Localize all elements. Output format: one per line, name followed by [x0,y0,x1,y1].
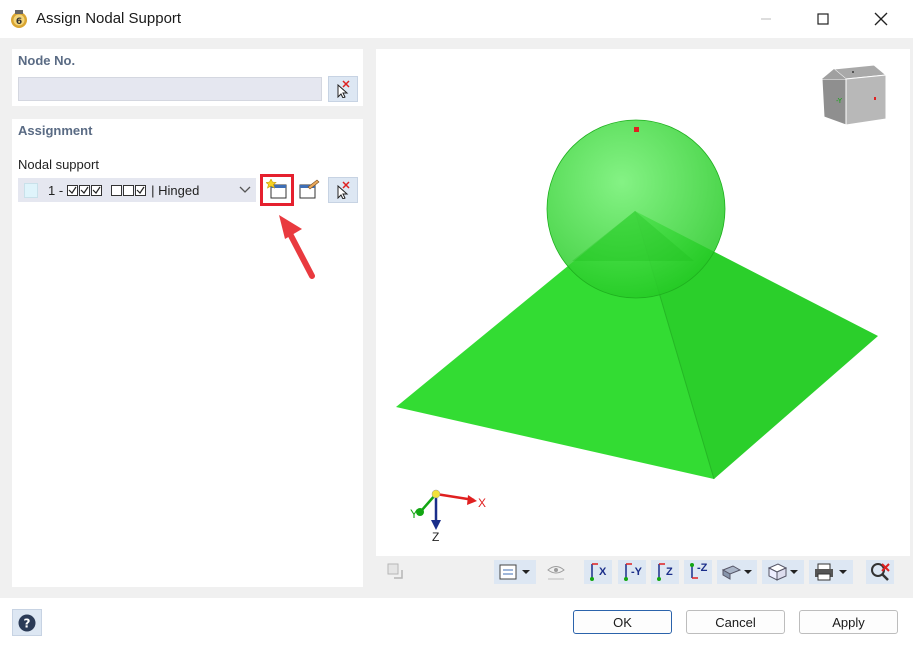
view-axis-z-icon [657,563,665,581]
help-icon: ? [18,614,36,631]
pick-node-button[interactable] [328,76,358,102]
visibility-button[interactable] [542,560,570,584]
node-number-input[interactable] [18,77,322,101]
close-icon [874,12,888,26]
view-neg-y-button[interactable]: -Y [618,560,646,584]
red-arrow-annotation [279,215,315,279]
pick-support-button[interactable] [328,177,358,203]
svg-text:?: ? [24,616,31,630]
nodal-support-select[interactable]: 1 - | Hinged [18,178,256,202]
nodal-support-label: Nodal support [18,157,99,172]
window-title: Assign Nodal Support [36,10,182,27]
view-axis-x-icon [590,563,598,581]
select-cursor-icon [337,181,350,199]
view-neg-z-button[interactable]: -Z [684,560,712,584]
axis-label-z: Z [432,530,439,544]
edit-support-button[interactable] [295,177,323,201]
svg-text:6: 6 [16,17,22,27]
apply-button[interactable]: Apply [799,610,898,634]
sphere [546,119,726,299]
iso-view-dropdown[interactable] [717,560,757,584]
model-viewport[interactable]: X Y Z -Y [376,49,910,587]
axis-label-y: Y [410,507,418,521]
ok-button[interactable]: OK [573,610,672,634]
help-button[interactable]: ? [12,609,42,636]
select-cursor-icon [337,80,350,98]
sync-view-button[interactable] [382,560,410,584]
assignment-heading: Assignment [18,123,93,138]
view-x-label: X [599,566,607,578]
chevron-down-icon [239,186,251,193]
close-button[interactable] [858,0,904,38]
maximize-button[interactable] [800,0,846,38]
maximize-icon [817,13,829,25]
zoom-clear-icon [871,563,890,581]
display-options-dropdown[interactable] [494,560,536,584]
minimize-icon [761,18,771,20]
support-number: 1 - [48,182,64,198]
axis-label-x: X [478,496,486,510]
title-bar: 6 Assign Nodal Support [0,0,913,38]
navigation-cube[interactable]: -Y [822,61,888,129]
view-x-button[interactable]: X [584,560,612,584]
render-mode-dropdown[interactable] [762,560,804,584]
printer-icon [815,563,847,581]
view-neg-z-label: -Z [697,562,708,574]
print-dropdown[interactable] [809,560,853,584]
node-panel-heading: Node No. [18,53,76,68]
sync-icon [387,563,403,579]
highlight-box [260,174,294,206]
support-color-swatch [24,182,38,198]
app-icon: 6 [11,10,27,28]
view-z-label: Z [666,566,673,578]
support-name: | Hinged [151,182,200,198]
iso-view-icon [721,565,752,580]
display-options-icon [499,564,530,580]
dialog-footer: ? OK Cancel Apply [0,598,913,650]
node-marker [634,127,639,132]
viewport-toolbar: X -Y Z -Z [376,556,910,587]
edit-item-icon [299,179,320,199]
eye-icon [547,566,565,580]
cancel-button[interactable]: Cancel [686,610,785,634]
axis-gizmo [416,489,477,530]
clear-selection-button[interactable] [866,560,894,584]
minimize-button[interactable] [743,0,789,38]
view-neg-y-label: -Y [631,566,642,578]
wireframe-box-icon [767,563,798,581]
cube-face-label: -Y [836,97,843,105]
view-z-button[interactable]: Z [651,560,679,584]
